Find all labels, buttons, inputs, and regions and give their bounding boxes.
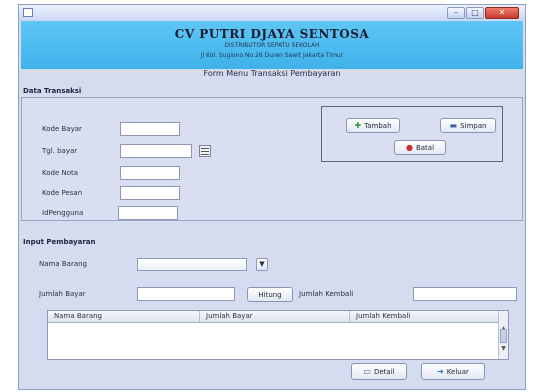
kode-pesan-input[interactable] <box>120 186 180 200</box>
save-icon: ▬ <box>449 120 458 130</box>
exit-arrow-icon: ➜ <box>437 366 444 376</box>
detail-button[interactable]: ▭ Detail <box>351 363 407 380</box>
tambah-button-label: Tambah <box>364 121 392 130</box>
jumlah-kembali-input[interactable] <box>413 287 517 301</box>
jumlah-bayar-label: Jumlah Bayar <box>39 290 86 298</box>
keluar-button[interactable]: ➜ Keluar <box>421 363 485 380</box>
id-pengguna-input[interactable] <box>118 206 178 220</box>
simpan-button[interactable]: ▬ Simpan <box>440 118 496 133</box>
keluar-button-label: Keluar <box>446 367 469 376</box>
detail-button-label: Detail <box>373 367 395 376</box>
nama-barang-select[interactable]: ▼ <box>137 258 268 271</box>
plus-icon: ✚ <box>354 120 362 130</box>
id-pengguna-label: IdPengguna <box>42 209 84 217</box>
calendar-icon[interactable] <box>199 145 211 157</box>
app-icon <box>23 8 33 17</box>
tgl-bayar-input[interactable] <box>120 144 192 158</box>
nama-barang-label: Nama Barang <box>39 260 87 268</box>
action-button-group: ✚ Tambah ▬ Simpan ● Batal <box>321 106 503 162</box>
company-tagline: DISTRIBUTOR SEPATU SEKOLAH <box>224 42 320 49</box>
scroll-down-icon[interactable]: ▼ <box>500 345 507 353</box>
tambah-button[interactable]: ✚ Tambah <box>346 118 400 133</box>
section-label-data-transaksi: Data Transaksi <box>23 87 82 95</box>
title-bar[interactable]: – □ ✕ <box>19 5 525 21</box>
kode-pesan-label: Kode Pesan <box>42 189 83 197</box>
table-scrollbar[interactable]: ▲ ▼ <box>498 311 508 359</box>
cancel-icon: ● <box>405 142 413 152</box>
company-name: CV PUTRI DJAYA SENTOSA <box>174 27 370 41</box>
pembayaran-table[interactable]: Nama Barang Jumlah Bayar Jumlah Kembali … <box>47 310 509 360</box>
maximize-icon: □ <box>471 8 479 17</box>
maximize-button[interactable]: □ <box>466 7 484 19</box>
minimize-button[interactable]: – <box>447 7 465 19</box>
kode-nota-label: Kode Nota <box>42 169 79 177</box>
section-label-input-pembayaran: Input Pembayaran <box>23 238 96 246</box>
app-window: – □ ✕ CV PUTRI DJAYA SENTOSA DISTRIBUTOR… <box>18 4 526 390</box>
kode-bayar-label: Kode Bayar <box>42 125 82 133</box>
hitung-button[interactable]: Hitung <box>247 287 293 302</box>
kode-nota-input[interactable] <box>120 166 180 180</box>
close-button[interactable]: ✕ <box>485 7 519 19</box>
column-header-jumlah-bayar[interactable]: Jumlah Bayar <box>200 311 350 322</box>
minimize-icon: – <box>454 8 458 17</box>
tgl-bayar-label: Tgl. bayar <box>42 147 78 155</box>
column-header-nama-barang[interactable]: Nama Barang <box>48 311 200 322</box>
company-address: Jl Kol. Sugiono No.26 Duren Sawit Jakart… <box>200 52 344 59</box>
scroll-thumb[interactable] <box>500 329 507 343</box>
detail-icon: ▭ <box>363 366 371 376</box>
simpan-button-label: Simpan <box>460 121 487 130</box>
jumlah-bayar-input[interactable] <box>137 287 235 301</box>
jumlah-kembali-label: Jumlah Kembali <box>299 290 354 298</box>
batal-button[interactable]: ● Batal <box>394 140 446 155</box>
company-header: CV PUTRI DJAYA SENTOSA DISTRIBUTOR SEPAT… <box>21 21 523 69</box>
table-header: Nama Barang Jumlah Bayar Jumlah Kembali <box>48 311 500 323</box>
kode-bayar-input[interactable] <box>120 122 180 136</box>
column-header-jumlah-kembali[interactable]: Jumlah Kembali <box>350 311 500 322</box>
form-title: Form Menu Transaksi Pembayaran <box>203 69 341 78</box>
batal-button-label: Batal <box>415 143 435 152</box>
close-icon: ✕ <box>498 8 506 17</box>
hitung-button-label: Hitung <box>258 290 282 299</box>
chevron-down-icon[interactable]: ▼ <box>256 258 268 271</box>
